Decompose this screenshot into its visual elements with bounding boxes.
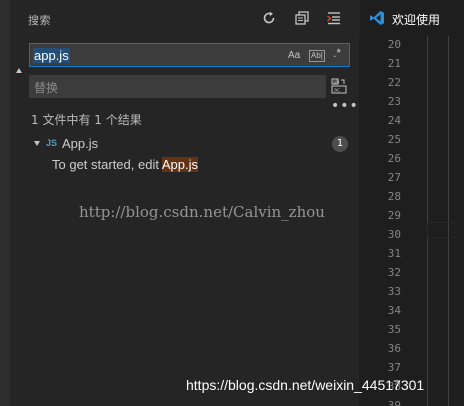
regex-toggle[interactable]: .* [333, 47, 341, 60]
line-number: 25 [387, 133, 401, 146]
toggle-replace-chevron-icon[interactable] [16, 68, 22, 73]
indent-guide [448, 36, 449, 406]
line-number: 34 [387, 304, 401, 317]
search-input[interactable]: app.js Aa Ab| .* [29, 43, 350, 67]
line-number: 29 [387, 209, 401, 222]
vscode-icon [369, 10, 385, 26]
match-text: To get started, edit [52, 157, 162, 172]
line-number: 39 [387, 399, 401, 406]
collapse-all-icon[interactable] [326, 10, 342, 26]
line-number: 37 [387, 361, 401, 374]
line-number-gutter: 20 21 22 23 24 25 26 27 28 29 30 31 32 3… [359, 36, 427, 406]
match-case-toggle[interactable]: Aa [288, 49, 300, 62]
clear-results-icon[interactable] [294, 10, 310, 26]
watermark-text: https://blog.csdn.net/weixin_44517301 [186, 377, 425, 393]
line-number: 33 [387, 285, 401, 298]
whole-word-toggle[interactable]: Ab| [309, 50, 325, 62]
result-file-name[interactable]: App.js [62, 136, 98, 151]
line-number: 22 [387, 76, 401, 89]
refresh-icon[interactable] [261, 10, 277, 26]
line-number: 24 [387, 114, 401, 127]
line-number: 28 [387, 190, 401, 203]
svg-text:ac: ac [334, 88, 340, 94]
results-summary: 1 文件中有 1 个结果 [31, 113, 142, 127]
line-number: 31 [387, 247, 401, 260]
watermark-text: http://blog.csdn.net/Calvin_zhou [79, 203, 325, 221]
js-file-icon: JS [46, 138, 58, 148]
line-number: 35 [387, 323, 401, 336]
match-highlight: App.js [161, 157, 198, 172]
indent-guide [427, 36, 428, 406]
line-number: 21 [387, 57, 401, 70]
line-number: 23 [387, 95, 401, 108]
line-number: 20 [387, 38, 401, 51]
result-file-row[interactable]: JS App.js 1 [10, 134, 359, 154]
replace-all-icon[interactable]: ab ac [331, 78, 347, 94]
result-match-line[interactable]: To get started, edit App.js [52, 157, 198, 172]
tab-welcome[interactable]: 欢迎使用 [359, 0, 464, 36]
line-number: 27 [387, 171, 401, 184]
search-input-value[interactable]: app.js [33, 48, 70, 63]
chevron-down-icon[interactable] [34, 141, 40, 146]
match-count-badge: 1 [332, 136, 348, 152]
more-options-icon[interactable]: ••• [331, 99, 359, 113]
replace-input[interactable]: 替换 [29, 75, 326, 98]
line-number: 32 [387, 266, 401, 279]
activity-bar [0, 0, 10, 406]
sidebar-title: 搜索 [28, 14, 51, 27]
editor-scrollbar[interactable] [457, 36, 464, 406]
svg-text:ab: ab [333, 80, 339, 86]
editor-area[interactable]: 20 21 22 23 24 25 26 27 28 29 30 31 32 3… [359, 36, 464, 406]
line-number: 36 [387, 342, 401, 355]
line-number: 30 [387, 228, 401, 241]
replace-placeholder: 替换 [34, 81, 59, 95]
tab-label: 欢迎使用 [392, 13, 441, 27]
line-number: 26 [387, 152, 401, 165]
sidebar-header: 搜索 [10, 0, 359, 36]
